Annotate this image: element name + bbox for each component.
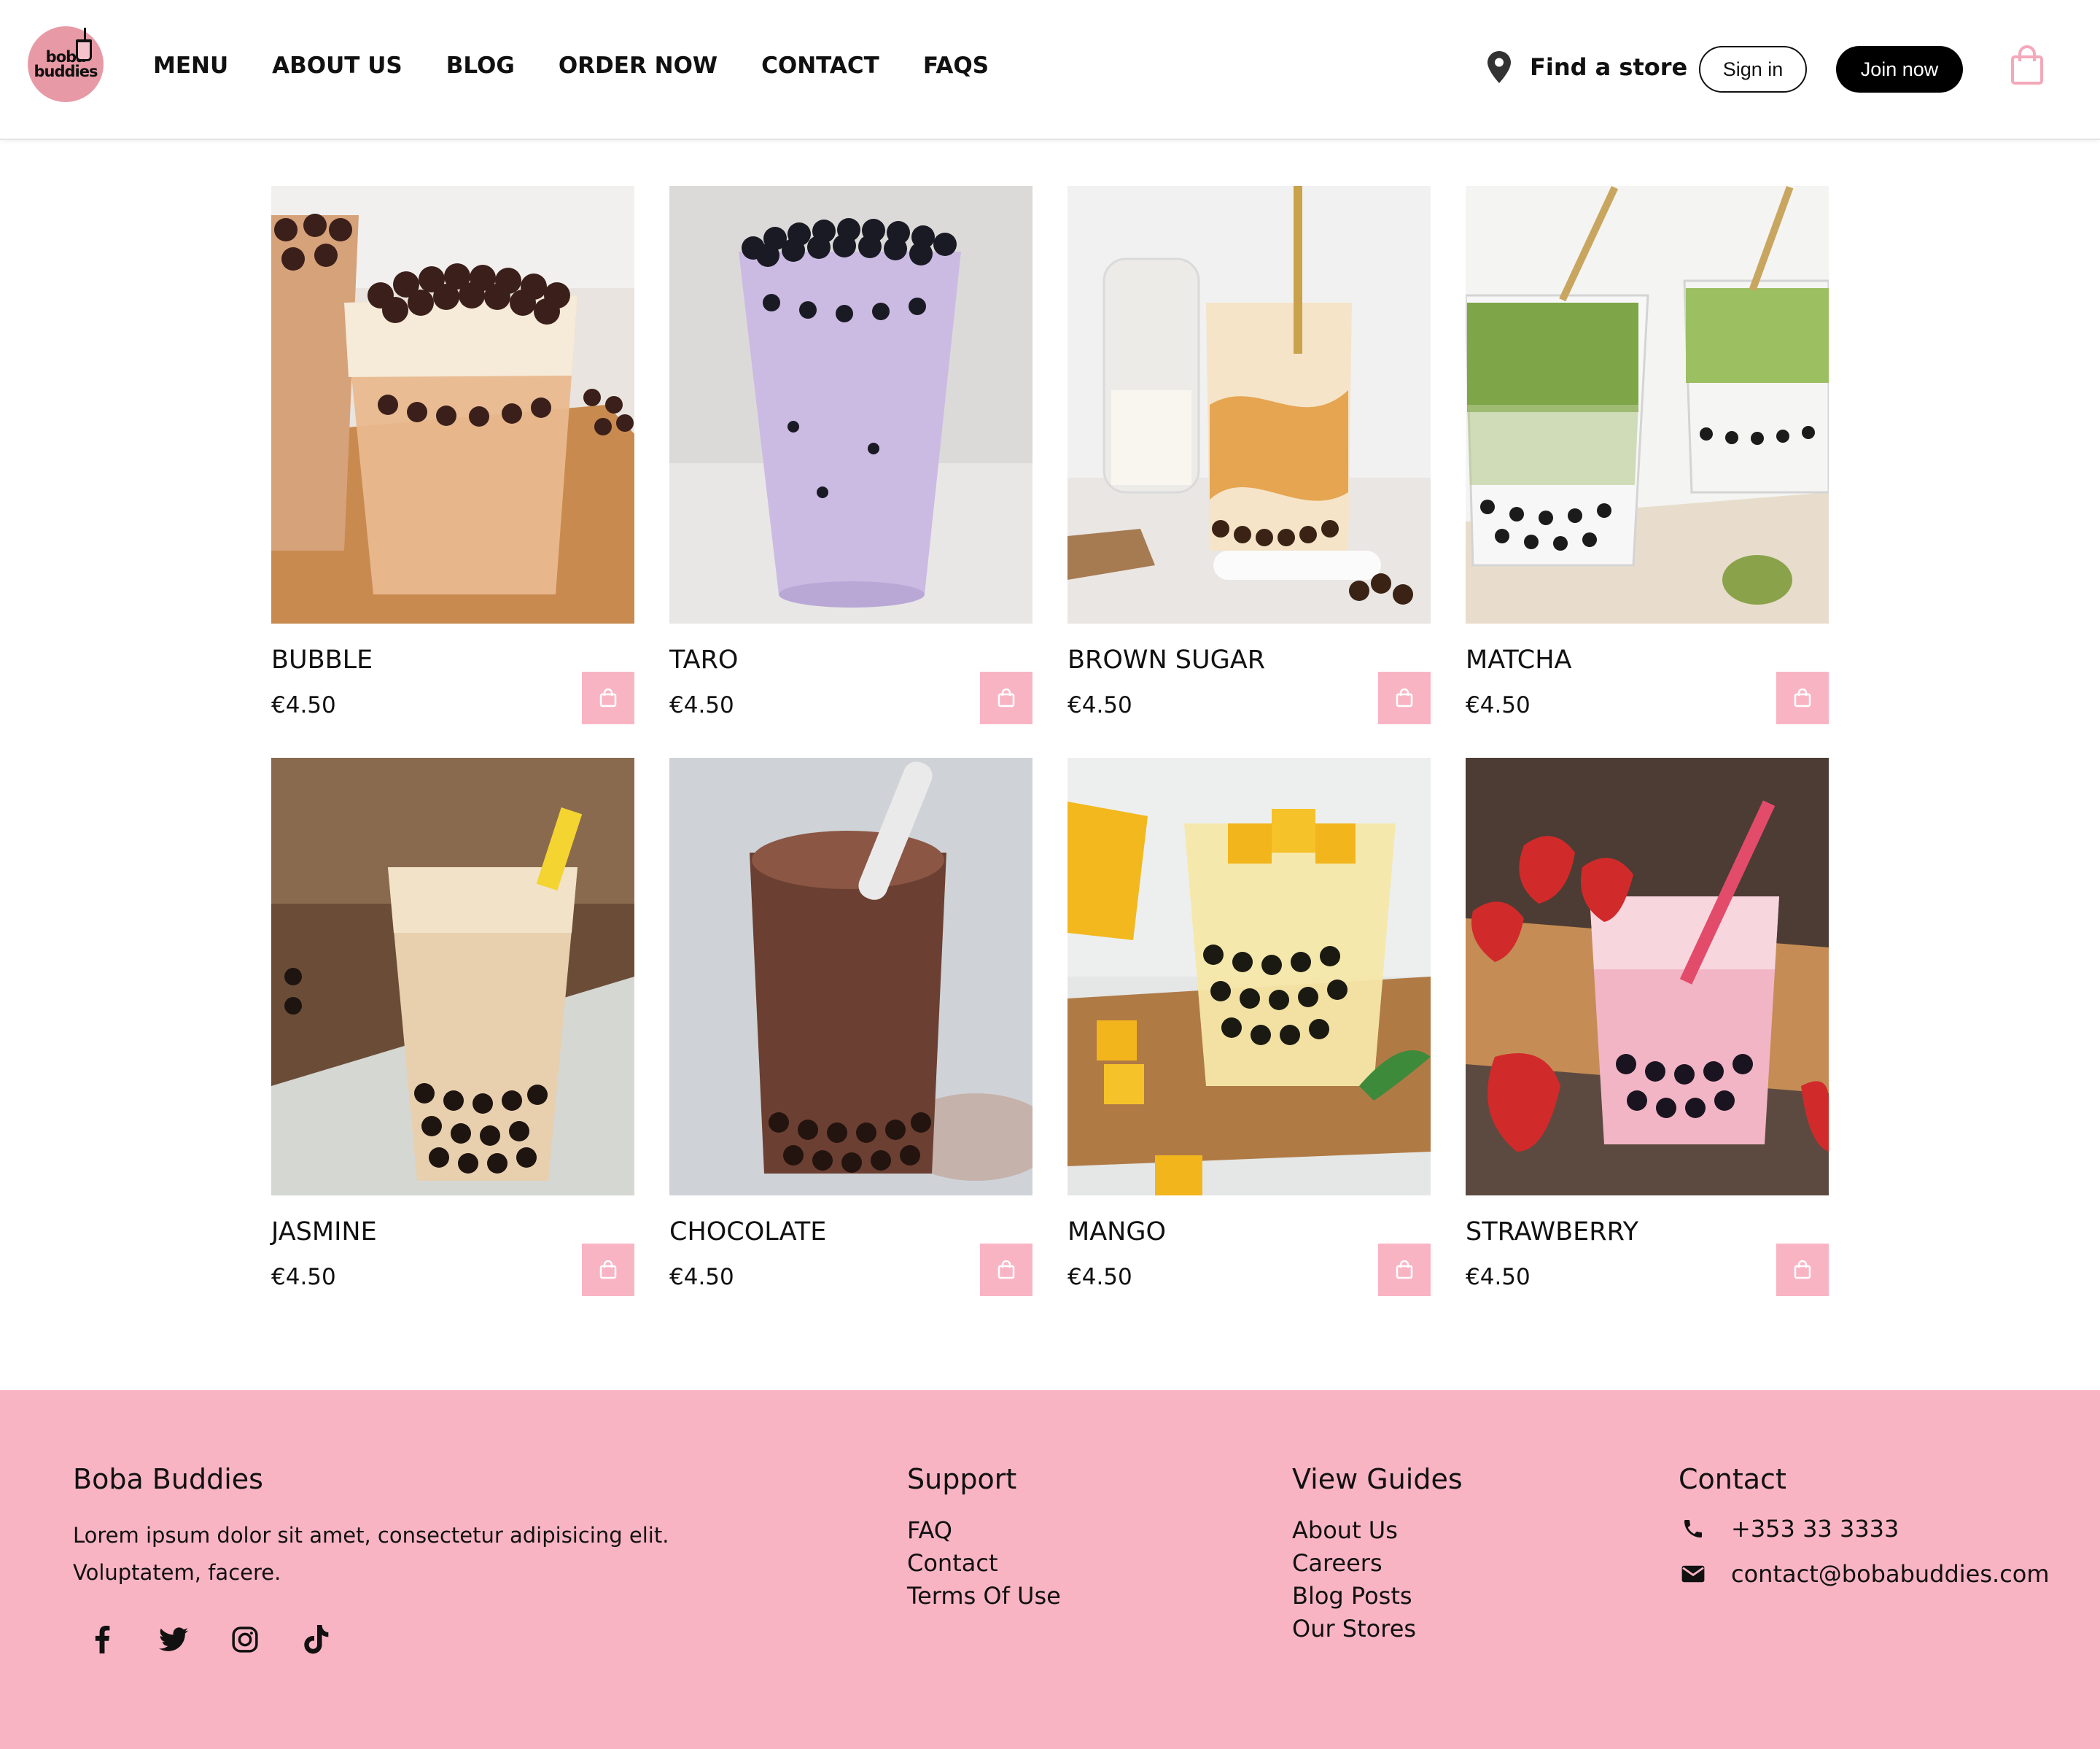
twitter-icon[interactable] [159,1625,188,1654]
shopping-bag-icon [1396,1260,1413,1279]
footer-link-about-us[interactable]: About Us [1292,1514,1416,1547]
tiktok-icon[interactable] [302,1625,331,1654]
footer-phone-number: +353 33 3333 [1731,1515,1899,1543]
product-price: €4.50 [1068,1264,1132,1290]
product-name: BROWN SUGAR [1068,645,1266,675]
product-photo-matcha[interactable] [1466,186,1829,624]
product-photo-taro[interactable] [669,186,1032,624]
footer-link-our-stores[interactable]: Our Stores [1292,1613,1416,1645]
product-price: €4.50 [669,692,734,718]
product-photo-bubble[interactable] [271,186,634,624]
add-to-cart-button[interactable] [980,1244,1032,1296]
product-price: €4.50 [669,1264,734,1290]
shopping-bag-icon [1794,1260,1811,1279]
product-card-matcha[interactable]: MATCHA €4.50 [1466,186,1829,724]
join-now-button[interactable]: Join now [1836,46,1963,93]
footer-guides-links: About Us Careers Blog Posts Our Stores [1292,1514,1416,1645]
footer-phone[interactable]: +353 33 3333 [1679,1514,1899,1543]
product-photo-chocolate[interactable] [669,758,1032,1195]
mail-icon [1679,1559,1708,1589]
nav-item-about-us[interactable]: ABOUT US [272,53,402,79]
footer-support-title: Support [907,1463,1017,1495]
nav-item-order-now[interactable]: ORDER NOW [559,53,718,79]
find-store-label: Find a store [1530,53,1688,81]
product-grid: BUBBLE €4.50 TARO €4.50 BROWN SUGAR €4.5… [271,186,1830,1296]
nav-item-contact[interactable]: CONTACT [761,53,879,79]
product-card-strawberry[interactable]: STRAWBERRY €4.50 [1466,758,1829,1296]
add-to-cart-button[interactable] [1378,1244,1431,1296]
nav-item-menu[interactable]: MENU [153,53,228,79]
footer-email-address: contact@bobabuddies.com [1731,1560,2050,1588]
product-card-jasmine[interactable]: JASMINE €4.50 [271,758,634,1296]
product-photo-strawberry[interactable] [1466,758,1829,1195]
shopping-bag-icon [998,689,1015,707]
footer-brand-title: Boba Buddies [73,1463,263,1495]
facebook-icon[interactable] [88,1625,117,1654]
shopping-bag-icon [1396,689,1413,707]
product-photo-brown-sugar[interactable] [1068,186,1431,624]
brand-logo[interactable]: boba buddies [28,26,104,102]
product-photo-jasmine[interactable] [271,758,634,1195]
product-price: €4.50 [1466,1264,1531,1290]
nav-item-blog[interactable]: BLOG [446,53,515,79]
product-name: JASMINE [271,1217,377,1246]
shopping-bag-icon [998,1260,1015,1279]
shopping-bag-icon[interactable] [2010,45,2045,86]
product-price: €4.50 [271,1264,336,1290]
product-name: MATCHA [1466,645,1572,675]
instagram-icon[interactable] [230,1625,260,1654]
footer-contact-title: Contact [1679,1463,1786,1495]
social-links [88,1625,331,1654]
site-footer: Boba Buddies Lorem ipsum dolor sit amet,… [0,1390,2100,1749]
product-price: €4.50 [271,692,336,718]
product-card-bubble[interactable]: BUBBLE €4.50 [271,186,634,724]
shopping-bag-icon [599,689,617,707]
footer-brand-text-1: Lorem ipsum dolor sit amet, consectetur … [73,1523,669,1548]
footer-link-careers[interactable]: Careers [1292,1547,1416,1580]
footer-brand-text-2: Voluptatem, facere. [73,1560,281,1585]
product-card-mango[interactable]: MANGO €4.50 [1068,758,1431,1296]
shopping-bag-icon [1794,689,1811,707]
product-name: TARO [669,645,739,675]
product-price: €4.50 [1068,692,1132,718]
product-photo-mango[interactable] [1068,758,1431,1195]
footer-link-blog-posts[interactable]: Blog Posts [1292,1580,1416,1613]
footer-link-terms[interactable]: Terms Of Use [907,1580,1061,1613]
phone-icon [1679,1514,1708,1543]
add-to-cart-button[interactable] [582,1244,634,1296]
add-to-cart-button[interactable] [1776,672,1829,724]
product-card-chocolate[interactable]: CHOCOLATE €4.50 [669,758,1032,1296]
footer-email[interactable]: contact@bobabuddies.com [1679,1559,2050,1589]
product-card-taro[interactable]: TARO €4.50 [669,186,1032,724]
site-header: boba buddies MENU ABOUT US BLOG ORDER NO… [0,0,2100,140]
add-to-cart-button[interactable] [1776,1244,1829,1296]
footer-link-contact[interactable]: Contact [907,1547,1061,1580]
sign-in-button[interactable]: Sign in [1699,46,1807,93]
logo-cup-icon [76,39,92,61]
footer-support-links: FAQ Contact Terms Of Use [907,1514,1061,1613]
product-price: €4.50 [1466,692,1531,718]
add-to-cart-button[interactable] [1378,672,1431,724]
find-store-link[interactable]: Find a store [1488,51,1687,83]
footer-link-faq[interactable]: FAQ [907,1514,1061,1547]
nav-item-faqs[interactable]: FAQS [923,53,989,79]
product-name: CHOCOLATE [669,1217,827,1246]
product-card-brown-sugar[interactable]: BROWN SUGAR €4.50 [1068,186,1431,724]
product-name: STRAWBERRY [1466,1217,1639,1246]
add-to-cart-button[interactable] [582,672,634,724]
add-to-cart-button[interactable] [980,672,1032,724]
main-nav: MENU ABOUT US BLOG ORDER NOW CONTACT FAQ… [153,53,1032,79]
footer-guides-title: View Guides [1292,1463,1463,1495]
product-name: BUBBLE [271,645,373,675]
shopping-bag-icon [599,1260,617,1279]
product-name: MANGO [1068,1217,1166,1246]
location-pin-icon [1488,51,1511,83]
